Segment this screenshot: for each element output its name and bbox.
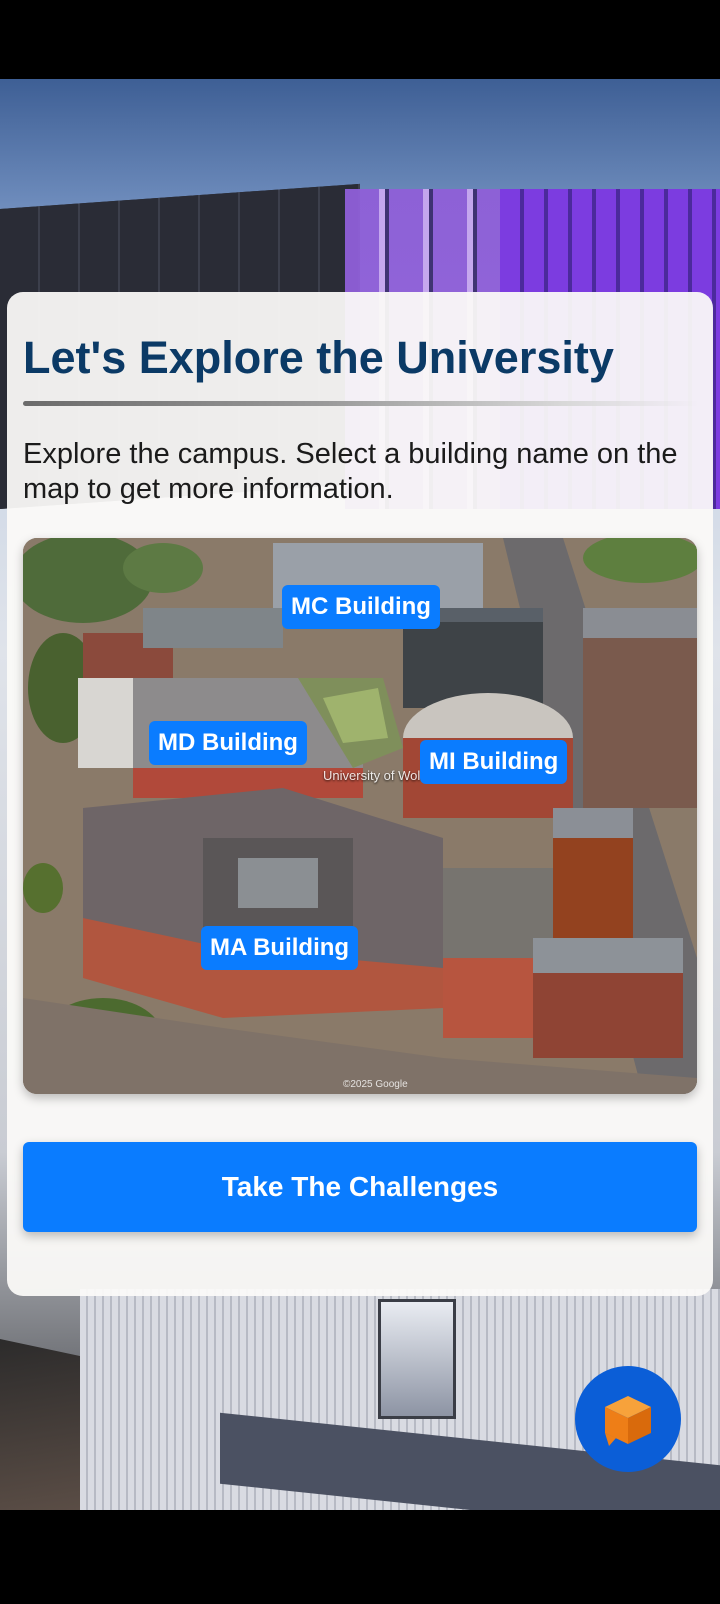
status-bar (0, 0, 720, 79)
ma-building-label[interactable]: MA Building (201, 926, 359, 970)
title-divider (23, 401, 699, 406)
campus-map[interactable]: University of Wol ©2025 Google MC Buildi… (23, 538, 697, 1094)
cube-icon (605, 1396, 651, 1446)
intro-text: Explore the campus. Select a building na… (23, 438, 678, 505)
navigation-bar (0, 1510, 720, 1604)
map-watermark: University of Wol (323, 768, 421, 783)
explore-card: Let's Explore the University Explore the… (7, 292, 713, 1296)
mc-building-label[interactable]: MC Building (282, 585, 440, 629)
map-credit: ©2025 Google (343, 1079, 408, 1090)
take-challenges-button[interactable]: Take The Challenges (23, 1142, 697, 1232)
mi-building-label[interactable]: MI Building (420, 740, 568, 784)
floating-action-button[interactable] (575, 1366, 681, 1472)
page-title: Let's Explore the University (23, 332, 614, 383)
md-building-label[interactable]: MD Building (149, 721, 307, 765)
